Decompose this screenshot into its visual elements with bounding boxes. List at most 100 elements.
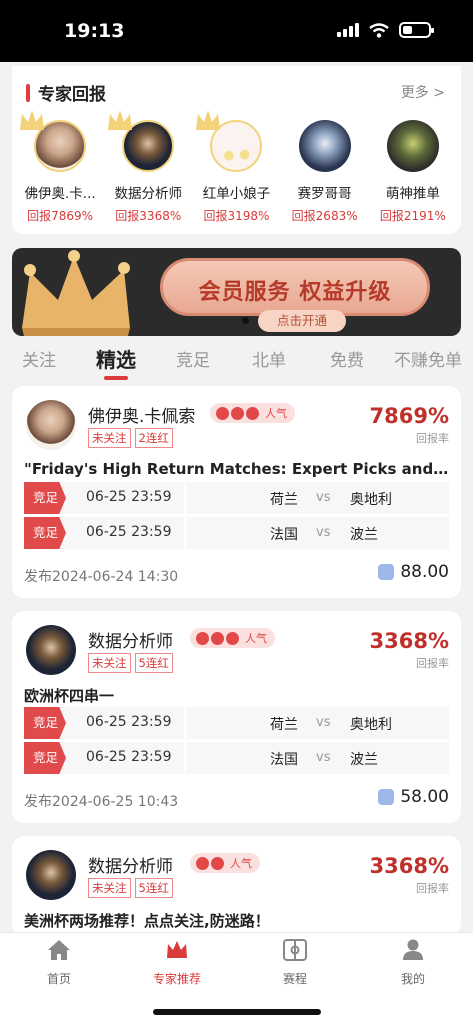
expert-name: 数据分析师 [114, 186, 183, 202]
price: 58.00 [378, 787, 449, 807]
away-team: 奥地利 [350, 717, 392, 733]
return-rate: 3368% 回报率 [370, 629, 450, 671]
wifi-icon [369, 22, 389, 38]
nav-profile[interactable]: 我的 [368, 939, 458, 987]
more-link[interactable]: 更多 > [401, 82, 445, 102]
tab-refund[interactable]: 不赚免单 [394, 346, 462, 371]
return-rate-label: 回报率 [416, 657, 449, 670]
nav-label: 赛程 [282, 972, 307, 986]
expert-item[interactable]: 佛伊奥.卡... 回报7869% [19, 110, 101, 224]
follow-tag[interactable]: 未关注 [88, 428, 131, 448]
carousel-dot [242, 317, 249, 324]
match-row: 竞足 06-25 23:59 荷兰 vs 奥地利 [24, 707, 449, 739]
match-time: 06-25 23:59 [86, 489, 172, 505]
away-team: 奥地利 [350, 492, 392, 508]
cellular-signal-icon [337, 23, 359, 37]
expert-item[interactable]: 数据分析师 回报3368% [107, 110, 189, 224]
return-rate: 3368% 回报率 [370, 854, 450, 896]
popularity-badge: 人气 [190, 853, 260, 873]
avatar [26, 400, 76, 450]
expert-return: 回报7869% [27, 209, 94, 223]
expert-name: 佛伊奥.卡佩索 [88, 407, 196, 427]
popularity-label: 人气 [230, 857, 252, 870]
nav-home[interactable]: 首页 [14, 939, 104, 987]
nav-label: 专家推荐 [152, 972, 201, 986]
active-tab-indicator [104, 376, 128, 380]
expert-return: 回报3368% [115, 209, 182, 223]
tab-follow[interactable]: 关注 [22, 346, 56, 371]
expert-item[interactable]: 红单小娘子 回报3198% [195, 110, 277, 224]
return-rate: 7869% 回报率 [370, 404, 450, 446]
section-title: 专家回报 [26, 80, 106, 105]
crown-icon [20, 110, 45, 130]
home-icon [48, 940, 70, 960]
follow-tag[interactable]: 未关注 [88, 878, 131, 898]
crown-icon [22, 250, 130, 336]
vs-label: vs [316, 715, 331, 730]
match-row: 竞足 06-25 23:59 法国 vs 波兰 [24, 742, 449, 774]
tab-featured[interactable]: 精选 [96, 344, 136, 373]
post-title: 美洲杯两场推荐！点点关注,防迷路！ [24, 912, 270, 930]
return-rate-label: 回报率 [416, 882, 449, 895]
popularity-badge: 人气 [210, 403, 295, 423]
match-time: 06-25 23:59 [86, 714, 172, 730]
divider [184, 707, 186, 739]
match-row: 竞足 06-25 23:59 法国 vs 波兰 [24, 517, 449, 549]
match-time: 06-25 23:59 [86, 524, 172, 540]
follow-tag[interactable]: 未关注 [88, 653, 131, 673]
league-badge: 竞足 [24, 707, 66, 739]
expert-returns-title: 专家回报 [38, 85, 106, 105]
price-value: 88.00 [400, 562, 449, 582]
flame-icon [196, 631, 209, 645]
status-icons [337, 22, 434, 38]
nav-experts[interactable]: 专家推荐 [132, 939, 222, 987]
away-team: 波兰 [350, 752, 378, 768]
expert-item[interactable]: 萌神推单 回报2191% [372, 118, 454, 224]
flame-icon [196, 856, 209, 870]
divider [184, 742, 186, 774]
status-time: 19:13 [64, 20, 125, 42]
expert-list: 佛伊奥.卡... 回报7869% 数据分析师 回报3368% 红单小娘子 回报3… [12, 110, 461, 224]
publish-date: 发布2024-06-24 14:30 [24, 569, 179, 585]
streak-tag: 5连红 [134, 653, 173, 673]
tag-list: 未关注 5连红 [88, 653, 173, 673]
expert-name: 数据分析师 [88, 857, 173, 877]
league-badge: 竞足 [24, 517, 66, 549]
expert-name: 赛罗哥哥 [297, 186, 352, 202]
nav-label: 我的 [400, 972, 425, 986]
nav-schedule[interactable]: 赛程 [250, 939, 340, 987]
banner-pill: 会员服务 权益升级 [160, 258, 430, 316]
tab-free[interactable]: 免费 [330, 346, 364, 371]
tab-jingzu[interactable]: 竞足 [176, 346, 210, 371]
flame-icon [211, 631, 224, 645]
category-tabs: 关注 精选 竞足 北单 免费 不赚免单 [0, 340, 473, 380]
pitch-icon [283, 939, 307, 961]
post-card[interactable]: 佛伊奥.卡佩索 人气 未关注 2连红 7869% 回报率 "Friday's H… [12, 386, 461, 598]
post-card[interactable]: 数据分析师 人气 未关注 5连红 3368% 回报率 欧洲杯四串一 竞足 06-… [12, 611, 461, 823]
expert-name: 红单小娘子 [202, 186, 271, 202]
crown-icon [108, 110, 133, 130]
avatar-frame [297, 120, 353, 176]
avatar [298, 120, 351, 172]
post-card[interactable]: 数据分析师 人气 未关注 5连红 3368% 回报率 美洲杯两场推荐！点点关注,… [12, 836, 461, 936]
title-accent-bar [26, 83, 30, 102]
flame-icon [216, 406, 229, 420]
price-value: 58.00 [400, 787, 449, 807]
flame-icon [231, 406, 244, 420]
expert-returns-card: 专家回报 更多 > 佛伊奥.卡... 回报7869% 数据分析师 回报3368% [12, 66, 461, 234]
tab-beidan[interactable]: 北单 [252, 346, 286, 371]
avatar [386, 120, 439, 172]
tag-list: 未关注 2连红 [88, 428, 173, 448]
match-time: 06-25 23:59 [86, 749, 172, 765]
avatar [26, 625, 76, 675]
user-icon [403, 939, 423, 960]
divider [184, 517, 186, 549]
match-row: 竞足 06-25 23:59 荷兰 vs 奥地利 [24, 482, 449, 514]
expert-item[interactable]: 赛罗哥哥 回报2683% [284, 118, 366, 224]
vs-label: vs [316, 525, 331, 540]
open-membership-button[interactable]: 点击开通 [258, 310, 346, 332]
membership-banner[interactable]: 会员服务 权益升级 点击开通 [12, 248, 461, 336]
avatar-frame [196, 110, 264, 176]
status-bar: 19:13 [0, 0, 473, 62]
expert-name: 数据分析师 [88, 632, 173, 652]
